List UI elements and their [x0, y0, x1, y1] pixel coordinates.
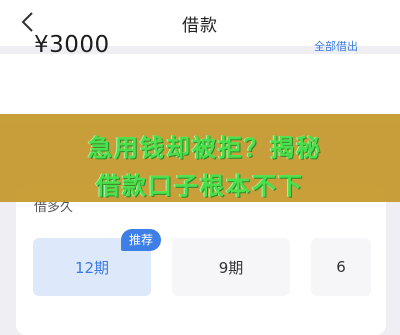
period-option-label: 12期 [74, 258, 110, 277]
period-option-label: 6 [336, 258, 346, 276]
borrow-all-link[interactable]: 全部借出 [314, 38, 358, 54]
recommend-badge: 推荐 [121, 229, 162, 251]
period-option-6[interactable]: 6 [311, 238, 371, 296]
banner-headline-line1: 急用钱却被拒？揭秘 [88, 134, 322, 162]
period-option-9[interactable]: 9期 [172, 238, 290, 296]
loan-amount: ¥3000 [34, 32, 110, 58]
period-option-label: 9期 [218, 258, 244, 277]
banner-headline-line2: 借款口子根本不下 [96, 172, 304, 200]
